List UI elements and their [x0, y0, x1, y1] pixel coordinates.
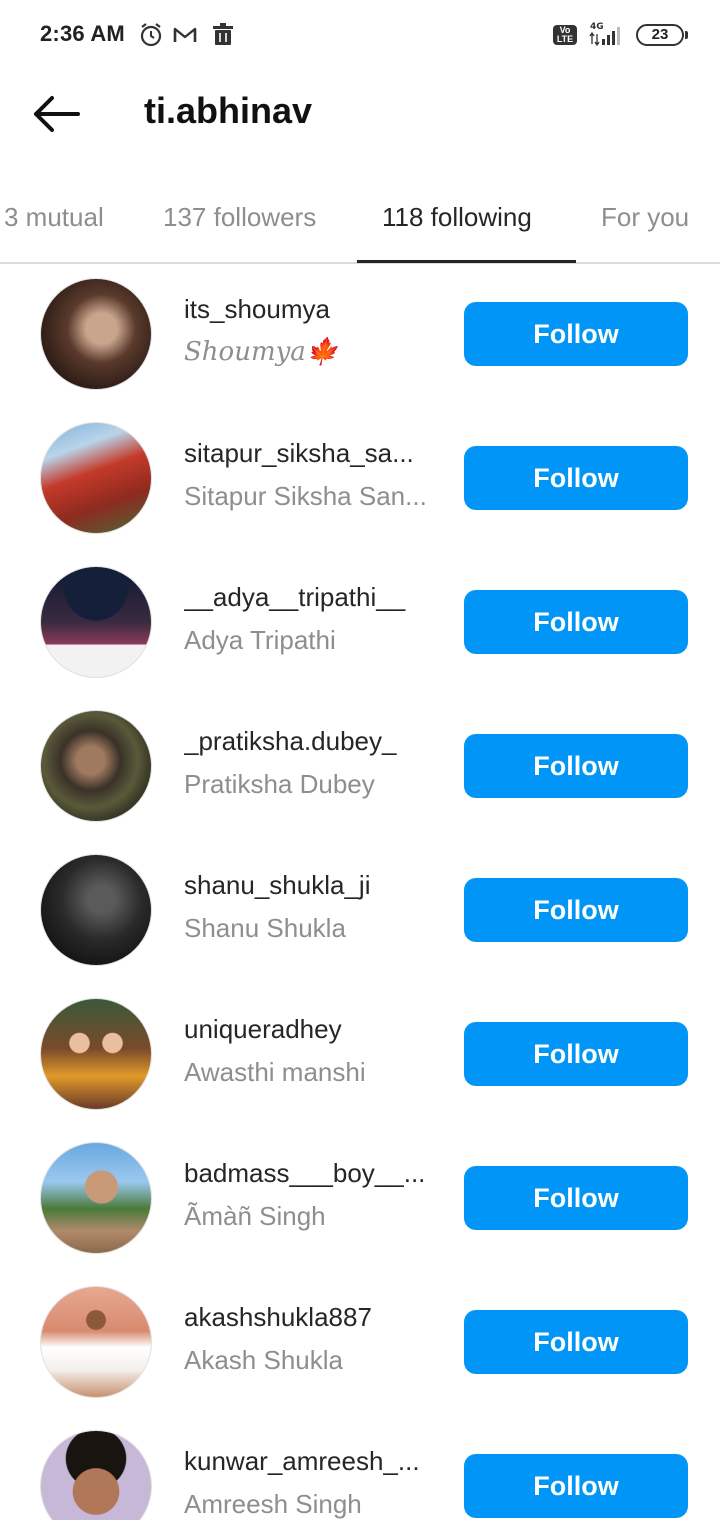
follow-button[interactable]: Follow [464, 1022, 688, 1086]
full-name: Awasthi manshi [184, 1057, 366, 1087]
avatar[interactable] [40, 854, 152, 966]
list-item[interactable]: shanu_shukla_ji Shanu Shukla Follow [0, 840, 720, 984]
username[interactable]: its_shoumya [184, 294, 434, 325]
full-name: Akash Shukla [184, 1345, 343, 1375]
list-item[interactable]: its_shoumya Shoumya🍁 Follow [0, 264, 720, 408]
follow-button[interactable]: Follow [464, 590, 688, 654]
tab-followers[interactable]: 137 followers [163, 172, 316, 262]
gmail-icon [173, 27, 197, 42]
avatar[interactable] [40, 1142, 152, 1254]
username[interactable]: akashshukla887 [184, 1302, 434, 1333]
follow-button[interactable]: Follow [464, 734, 688, 798]
username[interactable]: badmass___boy__... [184, 1158, 434, 1189]
full-name: Shoumya🍁 [184, 337, 339, 367]
full-name: Pratiksha Dubey [184, 769, 375, 799]
tab-following[interactable]: 118 following [382, 172, 532, 262]
list-item[interactable]: __adya__tripathi__ Adya Tripathi Follow [0, 552, 720, 696]
username[interactable]: _pratiksha.dubey_ [184, 726, 434, 757]
follow-button[interactable]: Follow [464, 1166, 688, 1230]
username[interactable]: uniqueradhey [184, 1014, 434, 1045]
back-arrow-icon[interactable] [30, 92, 82, 136]
avatar[interactable] [40, 566, 152, 678]
list-item[interactable]: sitapur_siksha_sa... Sitapur Siksha San.… [0, 408, 720, 552]
avatar[interactable] [40, 422, 152, 534]
follow-button[interactable]: Follow [464, 878, 688, 942]
avatar[interactable] [40, 1430, 152, 1520]
page-title: ti.abhinav [144, 90, 313, 131]
username[interactable]: __adya__tripathi__ [184, 582, 434, 613]
follow-button[interactable]: Follow [464, 446, 688, 510]
trash-icon [213, 23, 233, 45]
avatar[interactable] [40, 1286, 152, 1398]
list-item[interactable]: _pratiksha.dubey_ Pratiksha Dubey Follow [0, 696, 720, 840]
avatar[interactable] [40, 710, 152, 822]
list-item[interactable]: kunwar_amreesh_... Amreesh Singh Follow [0, 1416, 720, 1520]
follow-button[interactable]: Follow [464, 1454, 688, 1518]
username[interactable]: sitapur_siksha_sa... [184, 438, 434, 469]
header: ti.abhinav [0, 70, 720, 160]
username[interactable]: kunwar_amreesh_... [184, 1446, 434, 1477]
full-name: Adya Tripathi [184, 625, 336, 655]
follow-button[interactable]: Follow [464, 1310, 688, 1374]
volte-icon: Vo LTE [553, 25, 577, 45]
avatar[interactable] [40, 998, 152, 1110]
full-name: Amreesh Singh [184, 1489, 362, 1519]
active-tab-indicator [357, 260, 576, 263]
status-bar: 2:36 AM Vo LTE 4G 23 [0, 0, 720, 70]
full-name: Shanu Shukla [184, 913, 346, 943]
full-name: Sitapur Siksha San... [184, 481, 427, 511]
list-item[interactable]: uniqueradhey Awasthi manshi Follow [0, 984, 720, 1128]
tab-mutual[interactable]: 3 mutual [4, 172, 104, 262]
signal-icon: 4G [589, 22, 620, 46]
status-time: 2:36 AM [40, 21, 125, 46]
full-name: Ãmàñ Singh [184, 1201, 326, 1231]
list-item[interactable]: akashshukla887 Akash Shukla Follow [0, 1272, 720, 1416]
alarm-icon [140, 23, 162, 47]
tab-for-you[interactable]: For you [601, 172, 689, 262]
avatar[interactable] [40, 278, 152, 390]
username[interactable]: shanu_shukla_ji [184, 870, 434, 901]
svg-text:4G: 4G [590, 22, 604, 32]
tab-bar: 3 mutual 137 followers 118 following For… [0, 172, 720, 264]
list-item[interactable]: badmass___boy__... Ãmàñ Singh Follow [0, 1128, 720, 1272]
follow-button[interactable]: Follow [464, 302, 688, 366]
battery-indicator: 23 [636, 24, 688, 46]
